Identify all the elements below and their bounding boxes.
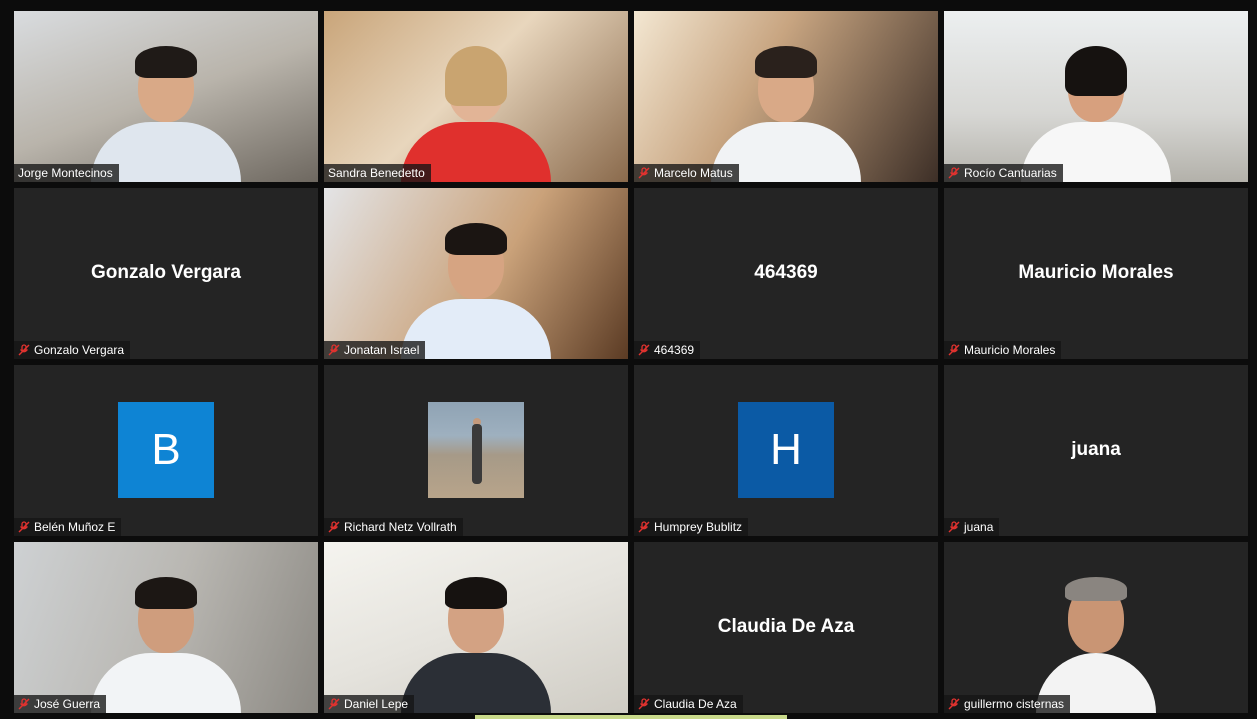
- participant-name: 464369: [654, 343, 695, 357]
- participant-name-tag: Richard Netz Vollrath: [324, 518, 463, 536]
- participant-name-tag: Belén Muñoz E: [14, 518, 122, 536]
- participant-tile[interactable]: José Guerra: [14, 542, 318, 713]
- mic-muted-icon: [18, 521, 30, 533]
- participant-tile[interactable]: Richard Netz Vollrath: [324, 365, 628, 536]
- mic-muted-icon: [948, 698, 960, 710]
- participant-name-tag: José Guerra: [14, 695, 107, 713]
- participant-name-tag: Mauricio Morales: [944, 341, 1062, 359]
- mic-muted-icon: [328, 698, 340, 710]
- participant-display-name: Claudia De Aza: [717, 615, 855, 637]
- participant-name: Marcelo Matus: [654, 166, 733, 180]
- mic-muted-icon: [18, 344, 30, 356]
- participant-name-tag: juana: [944, 518, 1000, 536]
- participant-tile[interactable]: Daniel Lepe: [324, 542, 628, 713]
- participant-name-tag: Jonatan Israel: [324, 341, 426, 359]
- participant-tile[interactable]: guillermo cisternas: [944, 542, 1248, 713]
- participant-tile[interactable]: B Belén Muñoz E: [14, 365, 318, 536]
- participant-video: [982, 542, 1210, 713]
- participant-name-tag: Sandra Benedetto: [324, 164, 431, 182]
- participant-name: Daniel Lepe: [344, 697, 409, 711]
- participant-tile[interactable]: Gonzalo Vergara Gonzalo Vergara: [14, 188, 318, 359]
- avatar: B: [118, 402, 214, 498]
- participant-name: Jonatan Israel: [344, 343, 420, 357]
- participant-name-tag: Gonzalo Vergara: [14, 341, 131, 359]
- participant-display-name: Mauricio Morales: [1018, 261, 1174, 283]
- participant-name: juana: [964, 520, 994, 534]
- participant-name: Richard Netz Vollrath: [344, 520, 457, 534]
- participant-name: José Guerra: [34, 697, 101, 711]
- mic-muted-icon: [948, 167, 960, 179]
- participant-tile[interactable]: Claudia De Aza Claudia De Aza: [634, 542, 938, 713]
- participant-name-tag: Humprey Bublitz: [634, 518, 749, 536]
- participant-name: Sandra Benedetto: [328, 166, 425, 180]
- participant-name: Jorge Montecinos: [18, 166, 113, 180]
- mic-muted-icon: [948, 344, 960, 356]
- participant-tile[interactable]: 464369 464369: [634, 188, 938, 359]
- participant-name-tag: Jorge Montecinos: [14, 164, 119, 182]
- participant-name-tag: Marcelo Matus: [634, 164, 739, 182]
- participant-tile[interactable]: Jorge Montecinos: [14, 11, 318, 182]
- active-speaker-indicator: [475, 715, 787, 719]
- mic-muted-icon: [638, 698, 650, 710]
- participant-video: [711, 32, 861, 182]
- participant-name: Rocío Cantuarias: [964, 166, 1057, 180]
- mic-muted-icon: [948, 521, 960, 533]
- participant-tile[interactable]: Jonatan Israel: [324, 188, 628, 359]
- participant-name: Mauricio Morales: [964, 343, 1056, 357]
- participant-name-tag: guillermo cisternas: [944, 695, 1071, 713]
- avatar: [428, 402, 524, 498]
- participant-tile[interactable]: juana juana: [944, 365, 1248, 536]
- participant-display-name: Gonzalo Vergara: [91, 261, 241, 283]
- mic-muted-icon: [638, 521, 650, 533]
- mic-muted-icon: [328, 344, 340, 356]
- video-grid: Jorge Montecinos Sandra Benedetto Marcel…: [14, 11, 1248, 713]
- participant-display-name: 464369: [754, 261, 818, 283]
- participant-name-tag: Rocío Cantuarias: [944, 164, 1063, 182]
- mic-muted-icon: [638, 167, 650, 179]
- participant-name-tag: Daniel Lepe: [324, 695, 415, 713]
- participant-tile[interactable]: Mauricio Morales Mauricio Morales: [944, 188, 1248, 359]
- mic-muted-icon: [18, 698, 30, 710]
- participant-tile[interactable]: Sandra Benedetto: [324, 11, 628, 182]
- participant-tile[interactable]: H Humprey Bublitz: [634, 365, 938, 536]
- participant-name: Humprey Bublitz: [654, 520, 743, 534]
- participant-display-name: juana: [1071, 438, 1121, 460]
- participant-video: [401, 209, 551, 359]
- participant-video: [91, 563, 241, 713]
- participant-name-tag: 464369: [634, 341, 701, 359]
- participant-video: [91, 32, 241, 182]
- participant-name: Gonzalo Vergara: [34, 343, 125, 357]
- avatar: H: [738, 402, 834, 498]
- participant-name: Belén Muñoz E: [34, 520, 116, 534]
- participant-video: [401, 32, 551, 182]
- participant-video: [1021, 32, 1171, 182]
- participant-video: [401, 563, 551, 713]
- participant-tile[interactable]: Rocío Cantuarias: [944, 11, 1248, 182]
- mic-muted-icon: [328, 521, 340, 533]
- participant-name-tag: Claudia De Aza: [634, 695, 743, 713]
- participant-tile[interactable]: Marcelo Matus: [634, 11, 938, 182]
- participant-name: guillermo cisternas: [964, 697, 1065, 711]
- mic-muted-icon: [638, 344, 650, 356]
- participant-name: Claudia De Aza: [654, 697, 737, 711]
